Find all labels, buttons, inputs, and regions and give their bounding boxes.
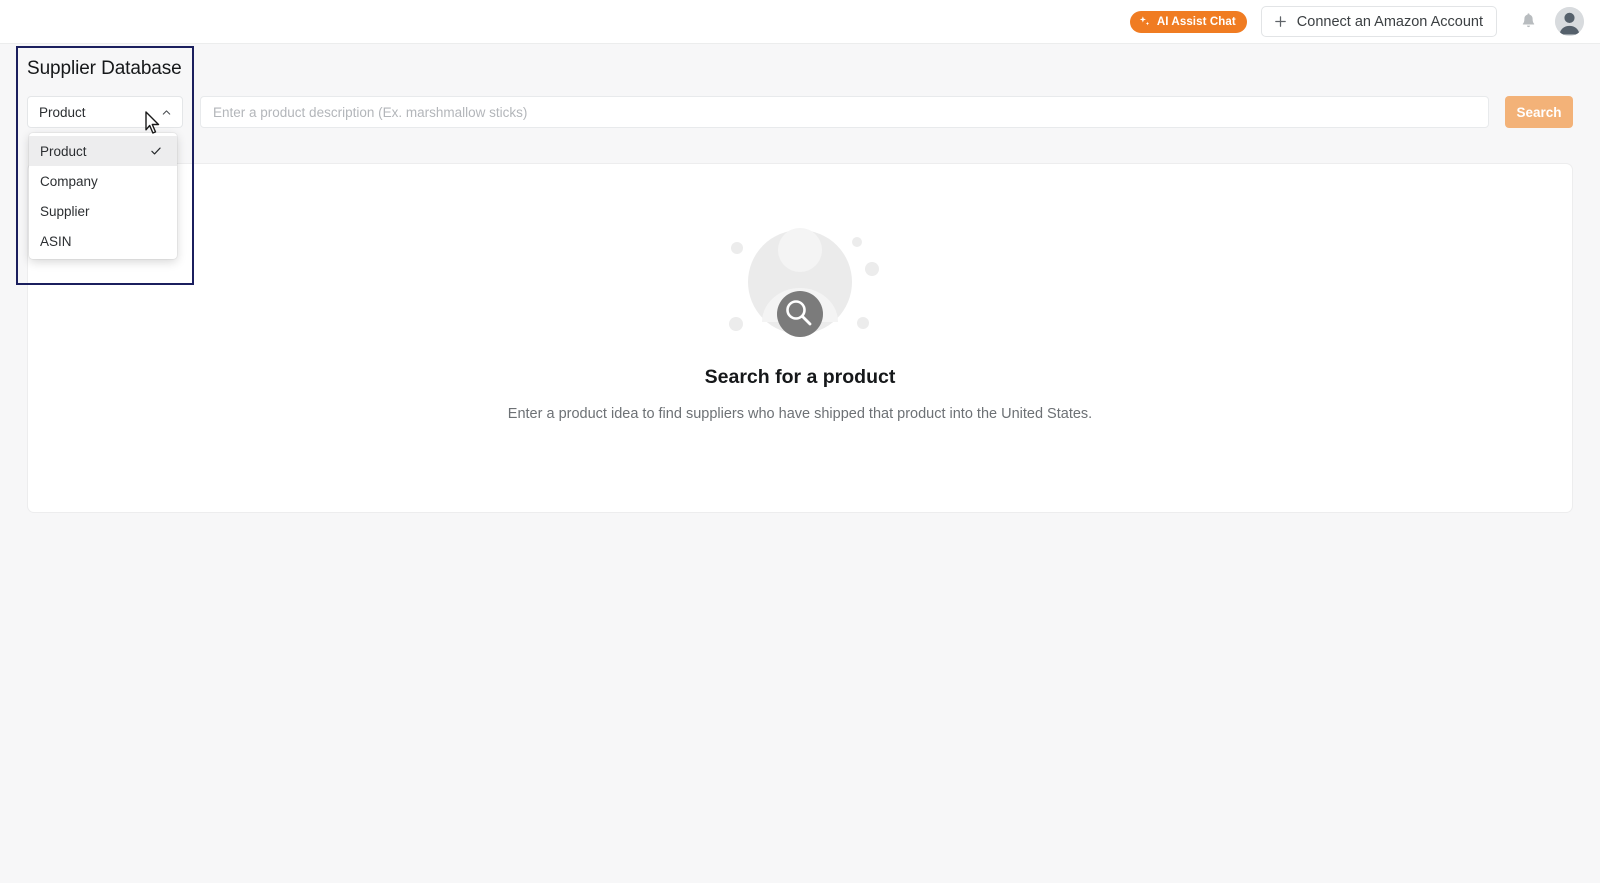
- check-icon: [151, 147, 161, 155]
- search-type-select[interactable]: Product: [27, 96, 183, 128]
- bell-icon: [1522, 13, 1534, 28]
- dropdown-option-label: Product: [40, 143, 87, 159]
- empty-state: Search for a product Enter a product ide…: [28, 204, 1572, 426]
- user-avatar[interactable]: [1555, 7, 1584, 36]
- search-bar: Product Search: [27, 96, 1573, 128]
- avatar-icon: [1555, 7, 1584, 36]
- empty-state-title: Search for a product: [704, 366, 896, 388]
- notifications-button[interactable]: [1515, 9, 1541, 35]
- ai-assist-chat-label: AI Assist Chat: [1156, 15, 1236, 28]
- search-type-value: Product: [39, 104, 86, 120]
- empty-state-subtitle: Enter a product idea to find suppliers w…: [507, 406, 1093, 422]
- dropdown-option-label: Company: [40, 173, 98, 189]
- dropdown-option-supplier[interactable]: Supplier: [29, 196, 177, 226]
- connect-amazon-account-label: Connect an Amazon Account: [1296, 13, 1483, 30]
- results-card: Search for a product Enter a product ide…: [27, 163, 1573, 513]
- page-title: Supplier Database: [27, 58, 182, 79]
- dropdown-option-product[interactable]: Product: [29, 136, 177, 166]
- ai-assist-chat-button[interactable]: AI Assist Chat: [1129, 10, 1247, 33]
- search-input[interactable]: [200, 96, 1489, 128]
- chevron-up-icon: [162, 109, 171, 115]
- search-button[interactable]: Search: [1505, 96, 1573, 128]
- top-bar: AI Assist Chat Connect an Amazon Account: [0, 0, 1600, 44]
- dropdown-option-label: Supplier: [40, 203, 90, 219]
- app-root: AI Assist Chat Connect an Amazon Account: [0, 0, 1600, 883]
- dropdown-option-asin[interactable]: ASIN: [29, 226, 177, 256]
- search-type-dropdown-menu: Product Company Supplier ASIN: [29, 133, 177, 259]
- top-bar-actions: AI Assist Chat Connect an Amazon Account: [1129, 6, 1584, 37]
- dropdown-option-label: ASIN: [40, 233, 72, 249]
- sparkle-icon: [1139, 16, 1150, 26]
- plus-icon: [1274, 16, 1286, 27]
- dropdown-option-company[interactable]: Company: [29, 166, 177, 196]
- connect-amazon-account-button[interactable]: Connect an Amazon Account: [1260, 6, 1497, 37]
- person-search-illustration: [729, 228, 879, 337]
